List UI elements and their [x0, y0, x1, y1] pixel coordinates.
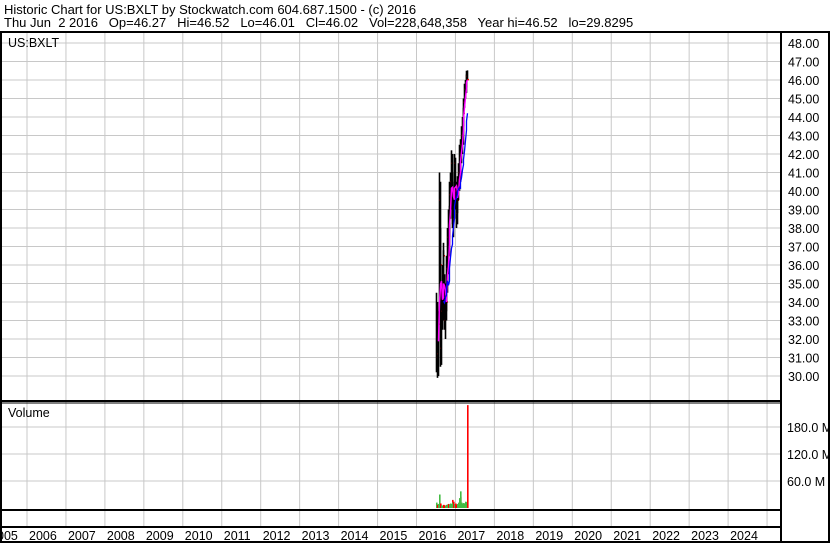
price-tick-label: 41.00	[788, 167, 819, 181]
price-tick-label: 42.00	[788, 148, 819, 162]
price-tick-label: 43.00	[788, 130, 819, 144]
price-tick-label: 47.00	[788, 56, 819, 70]
price-tick-label: 35.00	[788, 278, 819, 292]
price-tick-label: 45.00	[788, 93, 819, 107]
price-tick-label: 48.00	[788, 37, 819, 51]
symbol-label: US:BXLT	[8, 36, 60, 50]
year-tick-label: 2021	[613, 529, 641, 543]
price-tick-label: 38.00	[788, 222, 819, 236]
volume-panel-label: Volume	[8, 406, 50, 420]
price-tick-label: 40.00	[788, 185, 819, 199]
price-tick-label: 32.00	[788, 333, 819, 347]
price-tick-label: 36.00	[788, 259, 819, 273]
year-tick-label: 2008	[107, 529, 135, 543]
year-tick-label: 2015	[380, 529, 408, 543]
price-tick-label: 34.00	[788, 296, 819, 310]
year-tick-label: 2016	[419, 529, 447, 543]
year-tick-label: 2009	[146, 529, 174, 543]
price-tick-label: 44.00	[788, 111, 819, 125]
year-tick-label: 2018	[496, 529, 524, 543]
volume-tick-label: 120.0 M	[787, 448, 830, 462]
price-volume-chart: 30.00 31.00 32.00 33.00 34.00 35.00 36.00 37.00…	[0, 31, 830, 543]
year-tick-label: 2011	[224, 529, 251, 543]
year-tick-label: 2023	[691, 529, 719, 543]
price-tick-label: 46.00	[788, 74, 819, 88]
volume-bar	[467, 405, 469, 508]
volume-tick-label: 60.0 M	[787, 475, 825, 489]
year-tick-label: 2014	[341, 529, 369, 543]
chart-window: Historic Chart for US:BXLT by Stockwatch…	[0, 0, 830, 543]
year-tick-label: 2013	[302, 529, 330, 543]
year-tick-label: 2010	[185, 529, 213, 543]
year-tick-label: 2017	[457, 529, 485, 543]
price-tick-label: 33.00	[788, 315, 819, 329]
year-tick-label: 2019	[535, 529, 563, 543]
year-tick-label: 2007	[68, 529, 96, 543]
volume-tick-label: 180.0 M	[787, 421, 830, 435]
year-tick-label: 2022	[652, 529, 680, 543]
price-tick-label: 37.00	[788, 241, 819, 255]
year-tick-label: 2005	[0, 529, 18, 543]
year-tick-label: 2024	[730, 529, 758, 543]
price-tick-label: 31.00	[788, 352, 819, 366]
price-tick-label: 30.00	[788, 370, 819, 384]
year-tick-label: 2006	[29, 529, 57, 543]
year-tick-label: 2012	[263, 529, 291, 543]
price-tick-label: 39.00	[788, 204, 819, 218]
year-tick-label: 2020	[574, 529, 602, 543]
